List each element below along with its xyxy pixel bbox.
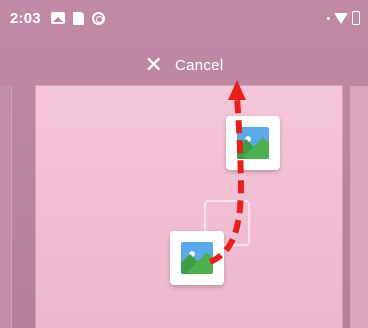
dot-icon [327,16,330,20]
cancel-button[interactable]: ✕ Cancel [145,54,224,76]
status-bar: 2:03 [0,0,368,36]
launcher-screen: 2:03 ✕ Cancel [0,0,368,328]
next-workspace-edge[interactable] [350,86,368,328]
sync-icon [91,11,105,25]
image-icon [237,127,269,159]
close-icon: ✕ [144,52,163,77]
cancel-label: Cancel [174,56,224,74]
wifi-icon [334,12,348,24]
gallery-app-icon-dragged[interactable] [170,231,224,285]
sdcard-icon [72,11,84,25]
status-time: 2:03 [10,9,41,27]
home-workspace-panel[interactable] [36,86,342,328]
previous-workspace-edge[interactable] [0,86,12,328]
battery-icon [352,11,360,25]
drag-drop-target-bar: ✕ Cancel [0,52,368,78]
status-right-cluster [327,11,360,25]
gallery-app-icon-drop-preview[interactable] [226,116,280,170]
image-icon [181,242,213,274]
gallery-notification-icon [50,12,65,24]
